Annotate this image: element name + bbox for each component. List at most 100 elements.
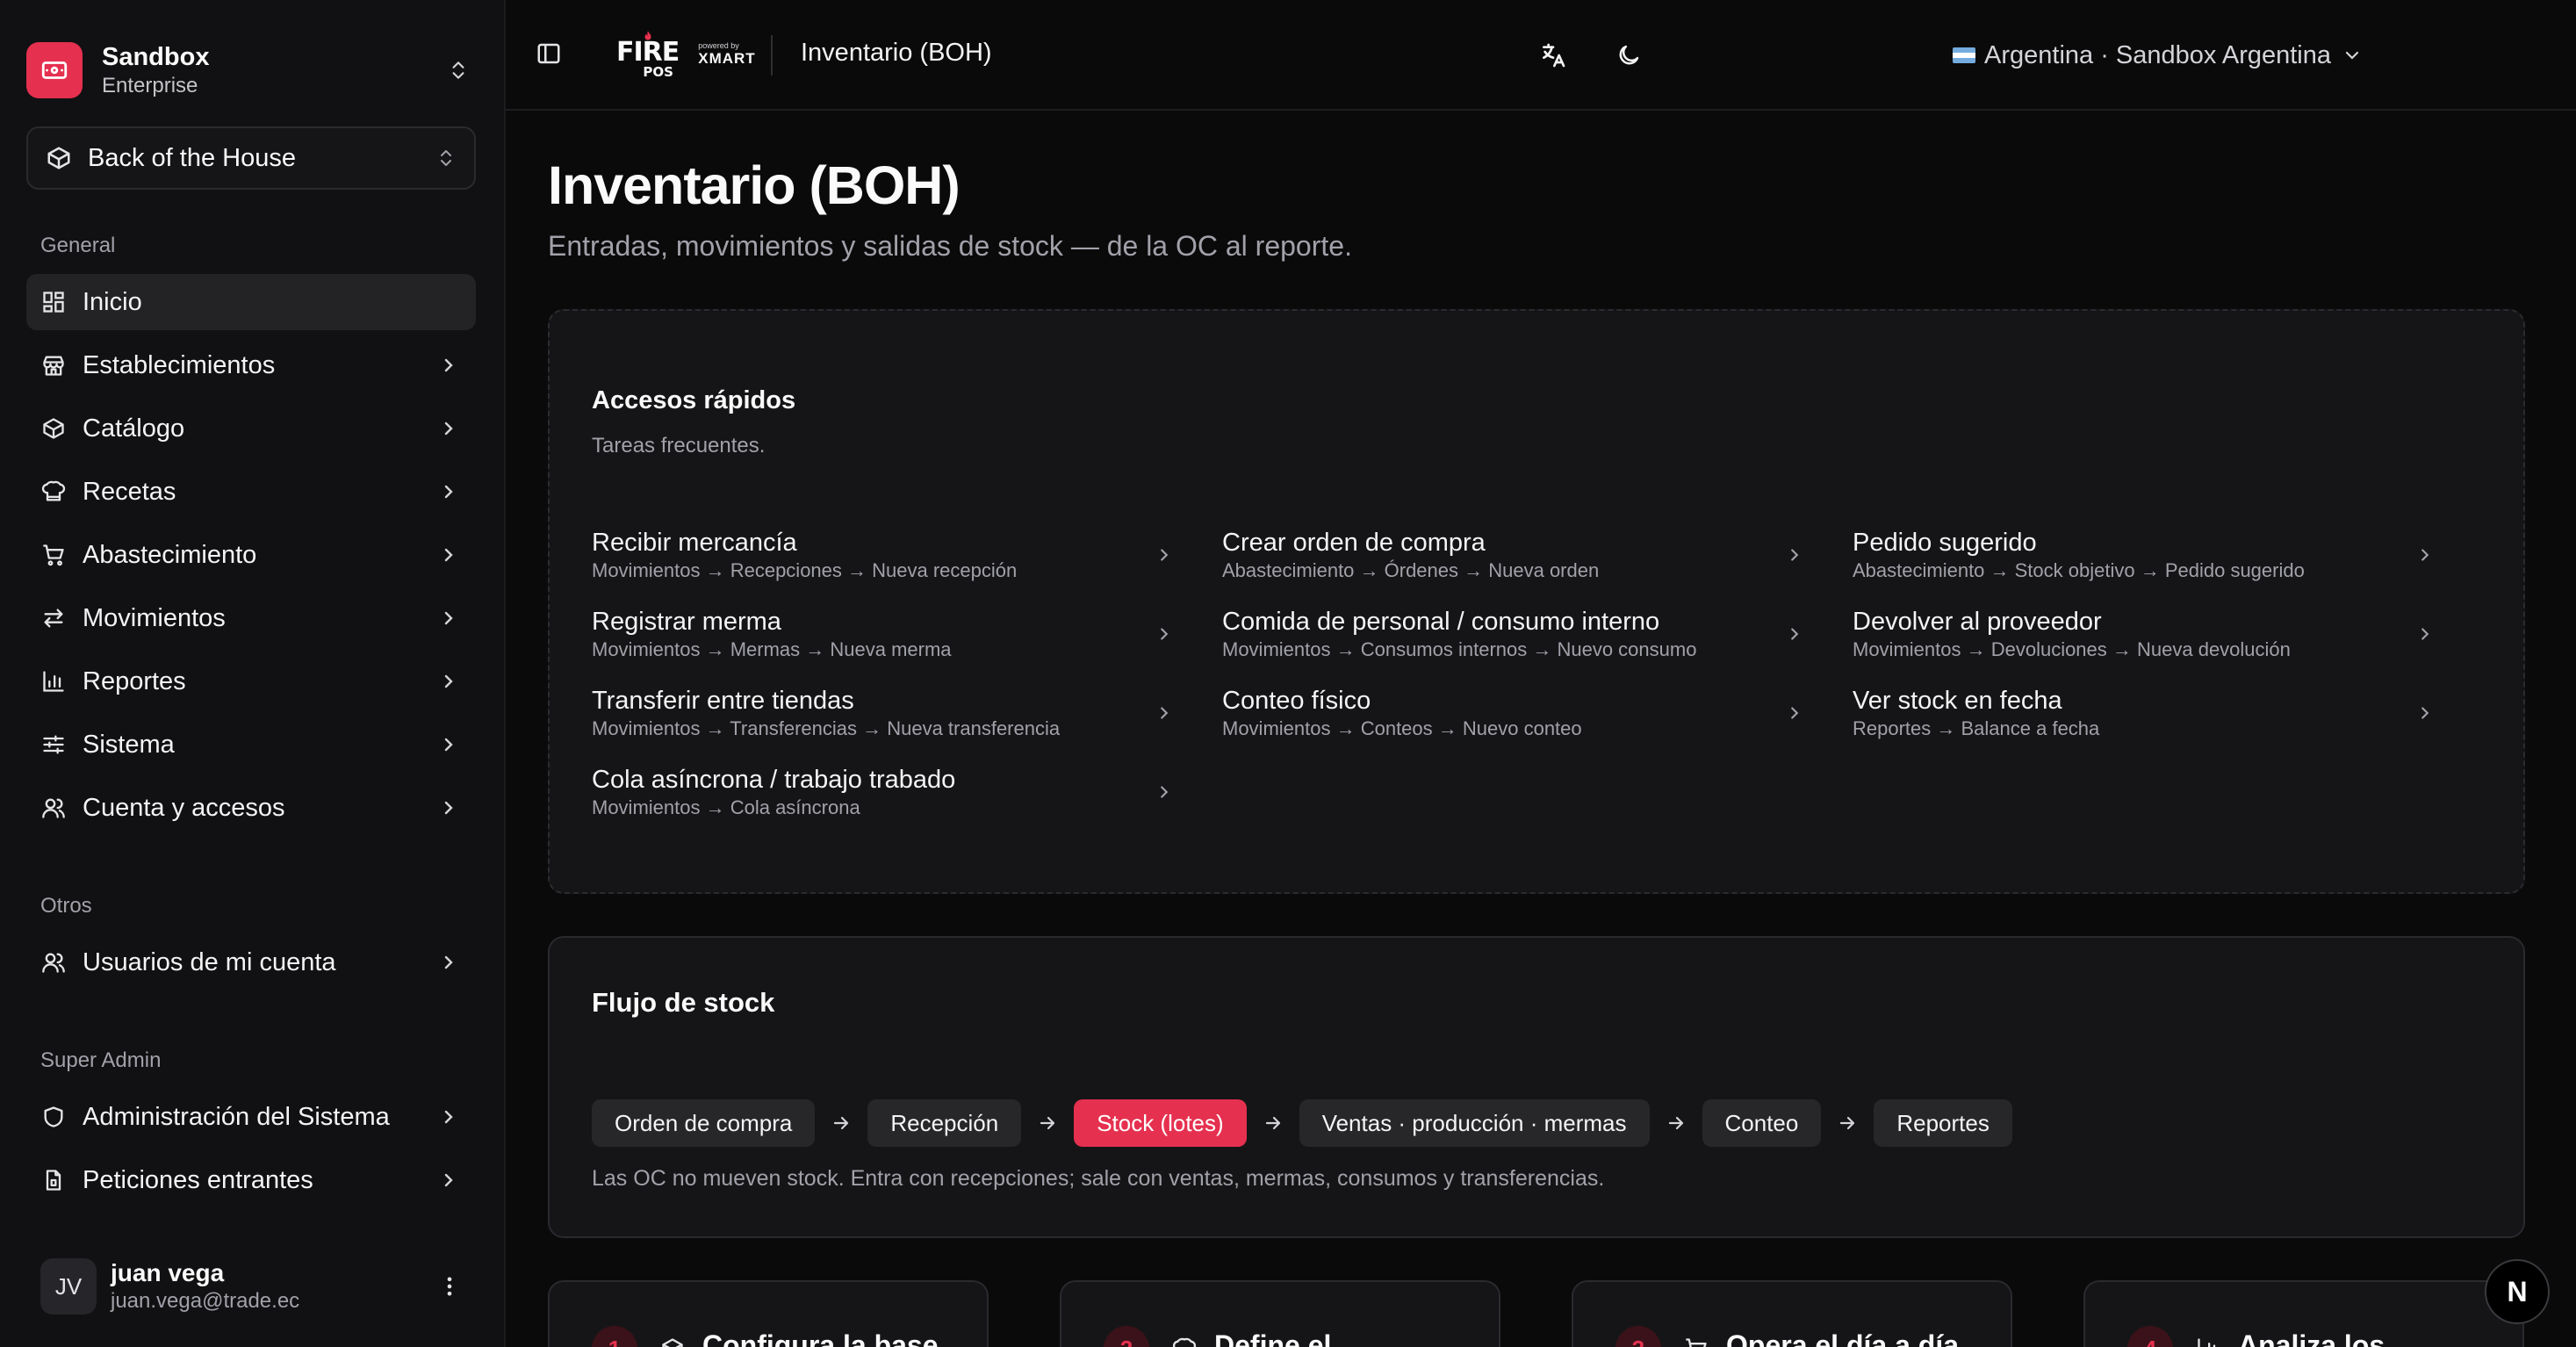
arrow-right-icon [815,1113,867,1134]
bar-chart-icon [40,668,67,695]
chevron-right-icon [1152,622,1176,646]
sidebar-item-label: Movimientos [83,603,226,632]
step-card[interactable]: 4 Analiza los [2083,1280,2524,1347]
sidebar-item-usuarios-de-mi-cuenta[interactable]: Usuarios de mi cuenta [26,934,476,990]
sidebar-item-label: Usuarios de mi cuenta [83,947,336,976]
sidebar-item-label: Catálogo [83,414,185,443]
module-select-label: Back of the House [88,143,296,172]
quick-access-item[interactable]: Devolver al proveedor Movimientos → Devo… [1838,597,2451,671]
quick-access-title: Accesos rápidos [592,386,796,414]
sidebar-item-inicio[interactable]: Inicio [26,274,476,330]
shield-icon [40,1104,67,1130]
main-content: FIRE POS powered by XMART Inventario (BO… [504,0,2576,1347]
chevrons-up-down-icon [443,54,474,86]
quick-access-label: Ver stock en fecha [1853,687,2062,715]
org-logo [26,42,83,98]
sidebar-item-label: Abastecimiento [83,540,257,569]
sidebar-item-movimientos[interactable]: Movimientos [26,590,476,646]
moon-icon[interactable] [1612,39,1645,72]
sidebar-item-label: Establecimientos [83,350,276,379]
quick-access-path: Movimientos → Recepciones → Nueva recepc… [592,559,1018,581]
argentina-flag-icon [1953,47,1975,63]
chevron-right-icon [435,542,462,568]
arrow-right-icon [1650,1113,1702,1134]
quick-access-item[interactable]: Ver stock en fecha Reportes → Balance a … [1838,676,2451,750]
stock-flow-title: Flujo de stock [592,987,775,1018]
sidebar-item-cuenta-y-accesos[interactable]: Cuenta y accesos [26,780,476,836]
flow-chip-reportes: Reportes [1874,1099,2012,1147]
brand-logo: FIRE POS powered by XMART [616,28,756,81]
quick-access-item[interactable]: Recibir mercancía Movimientos → Recepcio… [578,518,1191,592]
sidebar-item-label: Reportes [83,666,186,695]
quick-access-item[interactable]: Registrar merma Movimientos → Mermas → N… [578,597,1191,671]
step-title: Configura la base [702,1329,939,1347]
sidebar-item-peticiones-entrantes[interactable]: Peticiones entrantes [26,1152,476,1208]
quick-access-label: Pedido sugerido [1853,529,2037,557]
quick-access-path: Movimientos → Conteos → Nuevo conteo [1222,717,1582,739]
step-title: Analiza los [2238,1329,2385,1347]
chevron-right-icon [1152,780,1176,804]
sidebar-toggle-icon[interactable] [536,40,565,70]
sidebar: Sandbox Enterprise Back of the House Gen… [0,0,504,1347]
step-card[interactable]: 3 Opera el día a día [1572,1280,2012,1347]
quick-access-path: Reportes → Balance a fecha [1853,717,2100,739]
sidebar-item-catalogo[interactable]: Catálogo [26,400,476,457]
chevron-right-icon [1782,701,1807,725]
sidebar-item-establecimientos[interactable]: Establecimientos [26,337,476,393]
sidebar-item-abastecimiento[interactable]: Abastecimiento [26,527,476,583]
quick-access-label: Devolver al proveedor [1853,608,2102,636]
page-title: Inventario (BOH) [548,155,961,215]
chevron-right-icon [1782,622,1807,646]
step-number: 4 [2127,1326,2173,1347]
quick-access-item[interactable]: Crear orden de compra Abastecimiento → Ó… [1208,518,1821,592]
translate-icon[interactable] [1536,39,1570,72]
avatar: JV [40,1258,97,1315]
quick-access-item[interactable]: Cola asíncrona / trabajo trabado Movimie… [578,755,1191,829]
step-card[interactable]: 1 Configura la base [548,1280,989,1347]
brand-powered-text: powered by [698,41,739,50]
chevron-right-icon [1152,543,1176,567]
org-switcher[interactable]: Sandbox Enterprise [26,26,474,114]
quick-access-item[interactable]: Transferir entre tiendas Movimientos → T… [578,676,1191,750]
section-title-general: General [40,234,116,257]
quick-access-item[interactable]: Pedido sugerido Abastecimiento → Stock o… [1838,518,2451,592]
quick-access-label: Crear orden de compra [1222,529,1486,557]
chevron-right-icon [435,668,462,695]
floating-n-button[interactable]: N [2485,1259,2550,1324]
step-card[interactable]: 2 Define el [1060,1280,1500,1347]
sidebar-item-recetas[interactable]: Recetas [26,464,476,520]
quick-access-item[interactable]: Conteo físico Movimientos → Conteos → Nu… [1208,676,1821,750]
chevron-right-icon [2413,622,2437,646]
arrow-right-icon [1821,1113,1874,1134]
cart-icon [40,542,67,568]
stock-flow-note: Las OC no mueven stock. Entra con recepc… [592,1166,1605,1191]
step-title: Opera el día a día [1726,1329,1959,1347]
quick-access-label: Transferir entre tiendas [592,687,854,715]
chevrons-up-down-icon [435,148,457,169]
user-menu[interactable]: JV juan vega juan.vega@trade.ec [26,1247,476,1326]
sidebar-item-administracion-del-sistema[interactable]: Administración del Sistema [26,1089,476,1145]
sidebar-item-label: Recetas [83,477,176,506]
sidebar-item-label: Cuenta y accesos [83,793,285,822]
brand-xmart-text: XMART [698,50,756,67]
sidebar-item-reportes[interactable]: Reportes [26,653,476,710]
sidebar-item-sistema[interactable]: Sistema [26,717,476,773]
country-selector[interactable]: Argentina · Sandbox Argentina [1953,35,2363,76]
chevron-right-icon [435,415,462,442]
arrow-right-icon [1247,1113,1299,1134]
more-vertical-icon[interactable] [437,1274,462,1299]
flow-chip-conteo: Conteo [1702,1099,1822,1147]
step-number: 3 [1615,1326,1661,1347]
module-select[interactable]: Back of the House [26,126,476,190]
store-icon [40,352,67,378]
sidebar-item-label: Administración del Sistema [83,1102,390,1131]
cart-icon [1684,1336,1710,1347]
sidebar-item-label: Peticiones entrantes [83,1165,313,1194]
chef-hat-icon [1172,1336,1198,1347]
org-name: Sandbox [102,43,210,71]
chevron-right-icon [435,1104,462,1130]
quick-access-item[interactable]: Comida de personal / consumo interno Mov… [1208,597,1821,671]
chef-hat-icon [40,479,67,505]
step-number: 1 [592,1326,637,1347]
stock-flow-card: Flujo de stock Orden de compra Recepción… [548,936,2525,1238]
